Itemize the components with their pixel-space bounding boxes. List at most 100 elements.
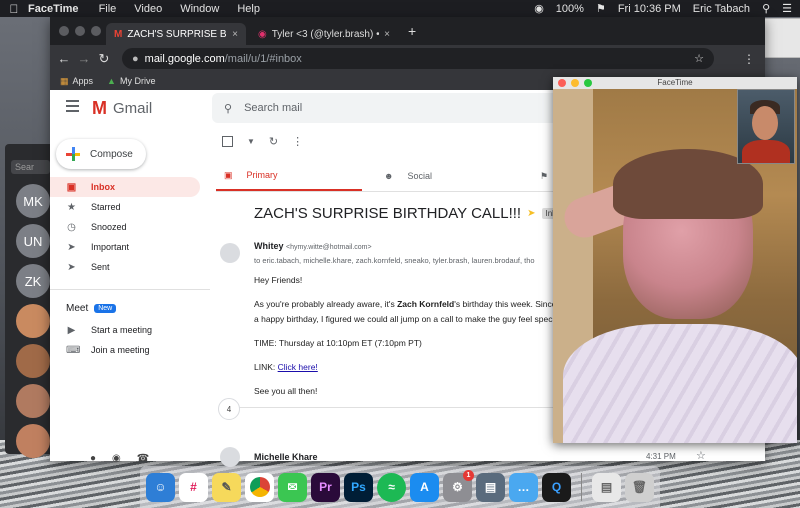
tab-primary[interactable]: ▣ Primary xyxy=(216,161,362,191)
messages-search-input[interactable]: Sear xyxy=(11,160,50,174)
chrome-icon[interactable] xyxy=(245,472,274,502)
sidebar-item-starred[interactable]: ★ Starred xyxy=(50,197,200,217)
reload-icon[interactable]: ↻ xyxy=(94,51,114,67)
wifi-icon[interactable]: ◉ xyxy=(534,2,544,15)
bookmark-apps[interactable]: Apps xyxy=(73,76,94,86)
close-tab-icon[interactable]: × xyxy=(384,29,390,40)
avatar[interactable]: MK xyxy=(16,184,50,218)
facetime-close-button[interactable] xyxy=(558,79,566,87)
avatar-photo[interactable] xyxy=(16,344,50,378)
trash-icon[interactable]: 🗑 xyxy=(625,472,654,502)
browser-tab-instagram[interactable]: ◉ Tyler <3 (@tyler.brash) • Insta × xyxy=(250,23,398,45)
more-options-icon[interactable]: ⋮ xyxy=(292,135,303,148)
phone-icon[interactable]: ☎ xyxy=(137,453,149,464)
bookmark-my-drive[interactable]: My Drive xyxy=(120,76,156,86)
refresh-icon[interactable]: ↻ xyxy=(269,135,278,148)
compose-button[interactable]: Compose xyxy=(56,139,146,169)
slack-icon[interactable]: # xyxy=(179,472,208,502)
avatar-photo[interactable] xyxy=(16,304,50,338)
window-zoom-button[interactable] xyxy=(91,26,101,36)
bookmark-star-icon[interactable]: ☆ xyxy=(694,52,704,65)
select-dropdown-icon[interactable]: ▼ xyxy=(247,137,255,146)
menu-file[interactable]: File xyxy=(99,3,117,15)
stickies-icon[interactable]: ✎ xyxy=(212,472,241,502)
tab-social[interactable]: ☻ Social xyxy=(376,161,516,191)
people-icon: ☻ xyxy=(384,171,394,181)
spotify-icon[interactable]: ≈ xyxy=(377,472,406,502)
menubar-clock[interactable]: Fri 10:36 PM xyxy=(618,3,681,15)
menu-window[interactable]: Window xyxy=(180,3,219,15)
avatar-photo[interactable] xyxy=(16,384,50,418)
facetime-window: FaceTime xyxy=(553,77,797,443)
browser-tab-gmail[interactable]: M ZACH'S SURPRISE BIRTHDAY C × xyxy=(106,23,246,45)
menu-bar:  FaceTime File Video Window Help ◉ 100%… xyxy=(0,0,800,17)
main-menu-icon[interactable] xyxy=(66,100,79,115)
desktop-file-thumbnail[interactable] xyxy=(763,18,800,58)
recipients[interactable]: to eric.tabach, michelle.khare, zach.kor… xyxy=(254,256,535,265)
facetime-self-view[interactable] xyxy=(737,89,795,164)
flag-icon[interactable]: ⚑ xyxy=(596,2,606,15)
apps-grid-icon[interactable]: ▦ xyxy=(60,76,69,87)
sidebar-item-snoozed[interactable]: ◷ Snoozed xyxy=(50,217,200,237)
select-checkbox[interactable] xyxy=(222,136,233,147)
gmail-favicon-icon: M xyxy=(114,28,123,40)
collapsed-count[interactable]: 4 xyxy=(218,398,240,420)
search-icon[interactable]: ⚲ xyxy=(224,102,232,115)
window-close-button[interactable] xyxy=(59,26,69,36)
hangouts-icon[interactable]: ◉ xyxy=(112,453,121,464)
url-path: /mail/u/1/#inbox xyxy=(224,52,302,65)
battery-percent[interactable]: 100% xyxy=(556,3,584,15)
sender-name: Whitey xyxy=(254,241,284,251)
join-meeting-button[interactable]: ⌨ Join a meeting xyxy=(50,340,200,360)
facetime-zoom-button[interactable] xyxy=(584,79,592,87)
avatar[interactable]: UN xyxy=(16,224,50,258)
premiere-icon[interactable]: Pr xyxy=(311,472,340,502)
app-store-icon[interactable]: A xyxy=(410,472,439,502)
avatar[interactable]: ZK xyxy=(16,264,50,298)
sender-email: <hymy.witte@hotmail.com> xyxy=(286,244,372,251)
subject-text: ZACH'S SURPRISE BIRTHDAY CALL!!! xyxy=(254,205,522,222)
inbox-icon: ▣ xyxy=(66,181,77,193)
downloads-stack-icon[interactable]: ▤ xyxy=(592,472,621,502)
messenger-icon[interactable]: … xyxy=(509,472,538,502)
search-input[interactable]: ⚲ Search mail xyxy=(212,93,572,123)
apple-icon[interactable]:  xyxy=(0,2,28,16)
next-sender-name[interactable]: Michelle Khare xyxy=(254,452,318,462)
messages-icon[interactable]: ✉ xyxy=(278,472,307,502)
avatar-photo[interactable] xyxy=(16,424,50,458)
tab-title: Tyler <3 (@tyler.brash) • Insta xyxy=(271,28,379,40)
back-icon[interactable]: ← xyxy=(54,51,74,66)
sidebar-item-important[interactable]: ➤ Important xyxy=(50,237,200,257)
spotlight-icon[interactable]: ⚲ xyxy=(762,2,770,15)
sender-avatar[interactable] xyxy=(220,447,240,467)
meeting-link[interactable]: Click here! xyxy=(278,362,318,372)
menu-help[interactable]: Help xyxy=(237,3,260,15)
facetime-minimize-button[interactable] xyxy=(571,79,579,87)
browser-menu-icon[interactable]: ⋮ xyxy=(743,52,755,66)
facetime-titlebar: FaceTime xyxy=(553,77,797,89)
finder-icon[interactable]: ☺ xyxy=(146,472,175,502)
address-bar[interactable]: ● mail.google.com/mail/u/1/#inbox ☆ xyxy=(122,48,714,69)
important-marker-icon[interactable]: ➤ xyxy=(527,208,535,219)
email-paragraph-line-1: As you're probably already aware, it's Z… xyxy=(254,299,563,309)
menu-video[interactable]: Video xyxy=(134,3,162,15)
user-name[interactable]: Eric Tabach xyxy=(693,3,750,15)
quicktime-icon[interactable]: Q xyxy=(542,472,571,502)
window-minimize-button[interactable] xyxy=(75,26,85,36)
sidebar-item-inbox[interactable]: ▣ Inbox xyxy=(50,177,200,197)
sidebar-item-sent[interactable]: ➤ Sent xyxy=(50,257,200,277)
contacts-icon[interactable]: ● xyxy=(90,453,96,464)
forward-icon[interactable]: → xyxy=(74,51,94,66)
star-icon[interactable]: ☆ xyxy=(696,449,706,462)
sender-avatar[interactable] xyxy=(220,243,240,263)
sidebar-item-label: Important xyxy=(91,242,130,252)
preview-icon[interactable]: ▤ xyxy=(476,472,505,502)
gmail-logo[interactable]: M Gmail xyxy=(92,98,152,119)
close-tab-icon[interactable]: × xyxy=(232,29,238,40)
app-menu[interactable]: FaceTime xyxy=(28,3,79,15)
start-meeting-button[interactable]: ▶ Start a meeting xyxy=(50,320,200,340)
system-preferences-icon[interactable]: ⚙ 1 xyxy=(443,469,474,502)
new-tab-button[interactable]: + xyxy=(408,23,416,39)
photoshop-icon[interactable]: Ps xyxy=(344,472,373,502)
control-center-icon[interactable]: ☰ xyxy=(782,2,792,15)
